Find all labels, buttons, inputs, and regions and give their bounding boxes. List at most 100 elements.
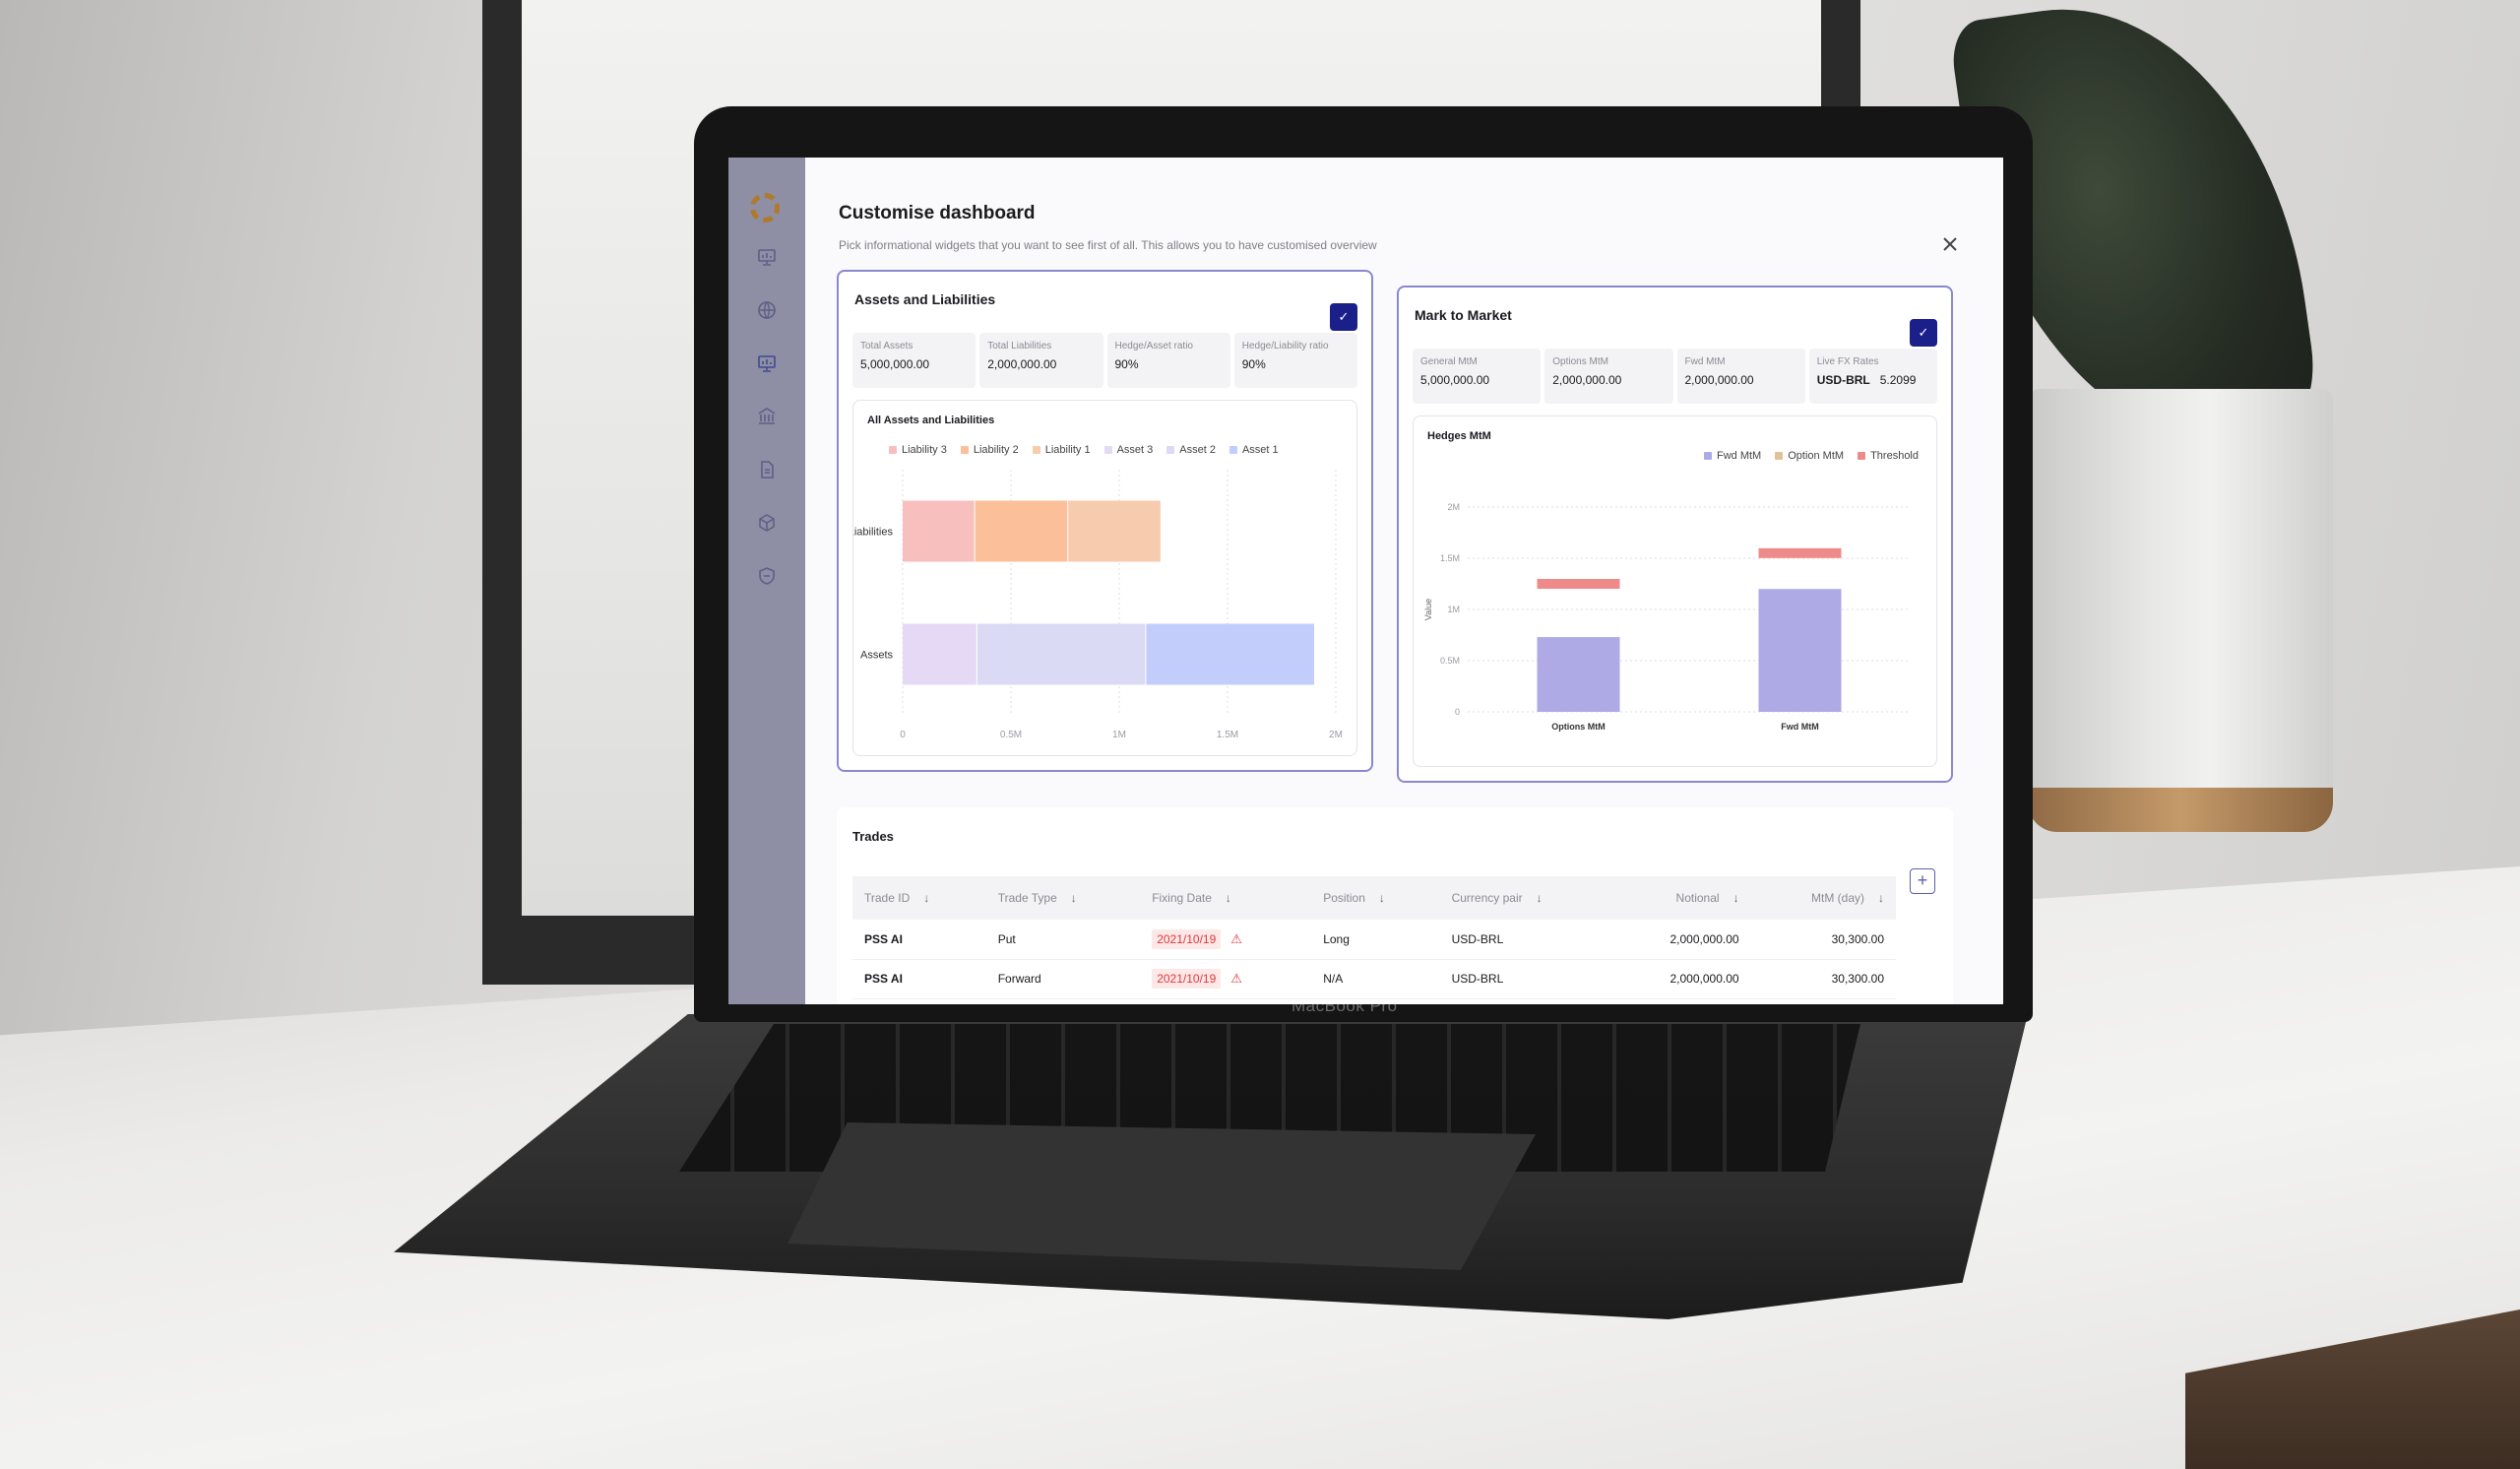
assets-liabilities-widget[interactable]: Assets and Liabilities ✓ Total Assets 5,… bbox=[837, 270, 1373, 772]
close-button[interactable] bbox=[1938, 232, 1962, 256]
cell-trade-id: PSS AI bbox=[852, 959, 986, 999]
y-category-label: Assets bbox=[860, 650, 894, 662]
widget-title: Mark to Market bbox=[1415, 307, 1512, 323]
stat-fwd-mtm: Fwd MtM 2,000,000.00 bbox=[1676, 349, 1805, 404]
cell-trade-type: Put bbox=[985, 920, 1141, 960]
sidebar-item-shield[interactable] bbox=[756, 565, 778, 587]
sidebar-item-document[interactable] bbox=[756, 459, 778, 480]
cell-mtm-day: 30,300.00 bbox=[1750, 920, 1896, 960]
close-icon bbox=[1943, 237, 1957, 251]
x-tick-label: 1.5M bbox=[1217, 730, 1238, 740]
modal-title: Customise dashboard bbox=[839, 203, 1036, 224]
sidebar-item-globe[interactable] bbox=[756, 299, 778, 321]
sort-arrow-icon[interactable]: ↓ bbox=[1878, 891, 1884, 905]
trackpad bbox=[788, 1122, 1536, 1270]
mark-to-market-widget[interactable]: Mark to Market ✓ General MtM 5,000,000.0… bbox=[1397, 286, 1953, 783]
stat-total-assets: Total Assets 5,000,000.00 bbox=[852, 333, 976, 388]
stat-general-mtm: General MtM 5,000,000.00 bbox=[1413, 349, 1542, 404]
sort-arrow-icon[interactable]: ↓ bbox=[923, 891, 929, 905]
stat-label: Hedge/Liability ratio bbox=[1241, 341, 1329, 351]
cell-position: Long bbox=[1311, 920, 1440, 960]
presentation-chart-icon bbox=[758, 249, 776, 266]
assets-liabilities-checkbox[interactable]: ✓ bbox=[1330, 303, 1357, 331]
stat-label: Total Liabilities bbox=[987, 341, 1052, 351]
column-header-position[interactable]: Position ↓ bbox=[1311, 876, 1440, 920]
cell-trade-id: PSS AI bbox=[852, 920, 986, 960]
y-tick-label: 1M bbox=[1447, 605, 1460, 614]
sort-arrow-icon[interactable]: ↓ bbox=[1733, 891, 1739, 905]
bar-liability-1[interactable] bbox=[1068, 500, 1161, 562]
x-tick-label: 0 bbox=[900, 730, 906, 740]
trades-panel: Trades + Trade ID ↓ Trade Type ↓ Fixing Date… bbox=[837, 807, 1953, 1004]
cube-icon bbox=[759, 514, 775, 532]
table-row[interactable]: PSS AI Put 2021/10/19 ⚠ Long USD-BRL 2,000,000… bbox=[852, 920, 1896, 960]
bar-asset-2[interactable] bbox=[976, 623, 1146, 685]
sidebar-item-bank[interactable] bbox=[756, 406, 778, 427]
y-category-label: Liabilities bbox=[853, 527, 893, 539]
column-header-trade-id[interactable]: Trade ID ↓ bbox=[852, 876, 986, 920]
bar-asset-3[interactable] bbox=[903, 623, 976, 685]
threshold-marker[interactable] bbox=[1758, 547, 1842, 558]
column-label: Fixing Date bbox=[1152, 891, 1212, 905]
stat-value: 5,000,000.00 bbox=[860, 357, 930, 371]
sidebar-item-presentation-chart[interactable] bbox=[756, 352, 778, 374]
mark-to-market-checkbox[interactable]: ✓ bbox=[1910, 319, 1937, 347]
stat-options-mtm: Options MtM 2,000,000.00 bbox=[1544, 349, 1673, 404]
sort-arrow-icon[interactable]: ↓ bbox=[1379, 891, 1385, 905]
trades-title: Trades bbox=[852, 829, 894, 844]
bar-fwd-mtm[interactable] bbox=[1758, 589, 1842, 712]
stacked-bar-chart: 0 0.5M 1M 1.5M 2M Liabilities Assets bbox=[853, 470, 1343, 740]
shield-icon bbox=[759, 567, 775, 585]
g-logo-icon[interactable] bbox=[750, 193, 780, 223]
y-tick-label: 0.5M bbox=[1440, 656, 1460, 666]
threshold-marker[interactable] bbox=[1537, 579, 1620, 589]
sort-arrow-icon[interactable]: ↓ bbox=[1226, 891, 1231, 905]
column-header-notional[interactable]: Notional ↓ bbox=[1611, 876, 1751, 920]
column-label: MtM (day) bbox=[1811, 891, 1864, 905]
cell-currency-pair: USD-BRL bbox=[1439, 920, 1612, 960]
sidebar-item-presentation-chart[interactable] bbox=[756, 246, 778, 268]
bar-fwd-mtm[interactable] bbox=[1537, 637, 1620, 712]
add-trade-button[interactable]: + bbox=[1910, 868, 1935, 894]
stat-value: 2,000,000.00 bbox=[987, 357, 1057, 371]
hedges-mtm-chart: Hedges MtM Fwd MtM Option MtM Threshold 00… bbox=[1413, 415, 1937, 767]
cell-position: N/A bbox=[1311, 959, 1440, 999]
widget-title: Assets and Liabilities bbox=[854, 291, 996, 307]
column-header-currency-pair[interactable]: Currency pair ↓ bbox=[1439, 876, 1612, 920]
y-tick-label: 2M bbox=[1447, 502, 1460, 512]
document-icon bbox=[761, 461, 774, 479]
sort-arrow-icon[interactable]: ↓ bbox=[1537, 891, 1543, 905]
warning-triangle-icon: ⚠ bbox=[1230, 930, 1242, 946]
sort-arrow-icon[interactable]: ↓ bbox=[1071, 891, 1077, 905]
bar-liability-2[interactable] bbox=[975, 500, 1068, 562]
bar-liability-3[interactable] bbox=[903, 500, 975, 562]
globe-icon bbox=[758, 301, 776, 319]
stats-row: General MtM 5,000,000.00 Options MtM 2,0… bbox=[1413, 349, 1937, 404]
bar-asset-1[interactable] bbox=[1146, 623, 1314, 685]
fx-pair: USD-BRL bbox=[1816, 373, 1870, 387]
column-header-mtm-day[interactable]: MtM (day) ↓ bbox=[1750, 876, 1896, 920]
table-row[interactable]: PSS AI Forward 2021/10/19 ⚠ N/A USD-BRL 2,000,… bbox=[852, 959, 1896, 999]
column-header-fixing-date[interactable]: Fixing Date ↓ bbox=[1140, 876, 1312, 920]
x-category-label: Options MtM bbox=[1551, 722, 1606, 732]
y-axis-label: Value bbox=[1423, 599, 1433, 620]
cell-notional: 2,000,000.00 bbox=[1611, 959, 1751, 999]
x-tick-label: 1M bbox=[1112, 730, 1126, 740]
x-tick-label: 0.5M bbox=[1000, 730, 1022, 740]
stat-live-fx-rates: Live FX Rates USD-BRL 5.2099 bbox=[1808, 349, 1937, 404]
stat-value: 2,000,000.00 bbox=[1684, 373, 1754, 387]
sidebar-item-cube[interactable] bbox=[756, 512, 778, 534]
column-label: Trade Type bbox=[997, 891, 1057, 905]
plant-pot bbox=[2028, 389, 2333, 812]
bank-icon bbox=[758, 408, 776, 424]
all-assets-liabilities-chart: All Assets and Liabilities Liability 3 Li… bbox=[852, 400, 1357, 756]
table-header-row: Trade ID ↓ Trade Type ↓ Fixing Date ↓ Position… bbox=[852, 876, 1896, 920]
stat-label: General MtM bbox=[1420, 356, 1478, 367]
cell-mtm-day: 30,300.00 bbox=[1750, 959, 1896, 999]
laptop-screen: Customise dashboard Pick informational w… bbox=[728, 158, 2003, 1004]
column-header-trade-type[interactable]: Trade Type ↓ bbox=[985, 876, 1141, 920]
stat-label: Live FX Rates bbox=[1816, 356, 1879, 367]
column-label: Notional bbox=[1675, 891, 1720, 905]
cell-notional: 2,000,000.00 bbox=[1611, 920, 1751, 960]
cell-currency-pair: USD-BRL bbox=[1439, 959, 1612, 999]
